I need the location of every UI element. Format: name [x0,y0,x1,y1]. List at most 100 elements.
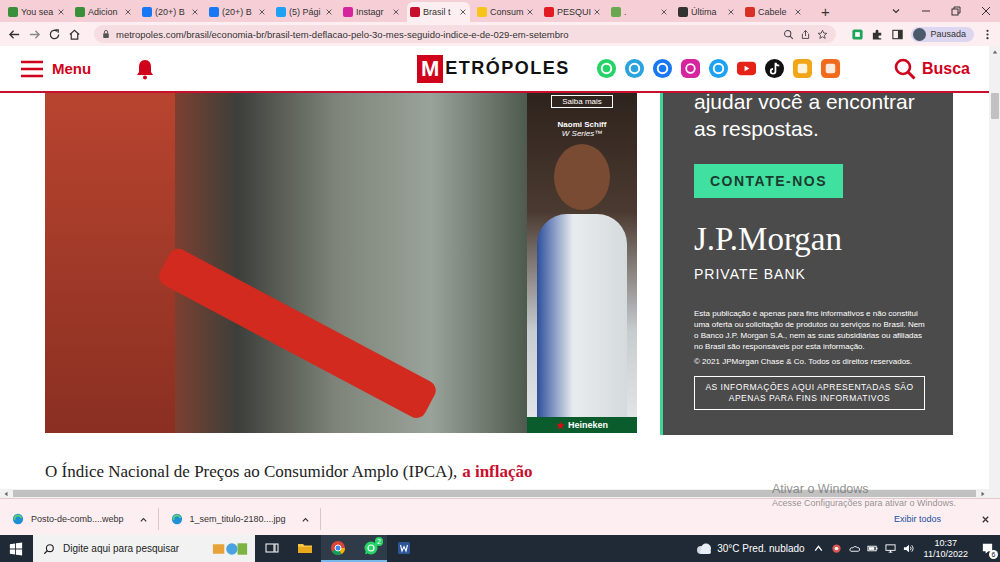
star-icon[interactable] [817,29,828,40]
close-icon[interactable] [660,8,668,16]
lock-icon[interactable] [102,29,110,39]
home-icon[interactable] [68,28,81,41]
taskbar-app[interactable] [387,535,420,562]
learn-more-button[interactable]: Saiba mais [551,95,613,108]
taskbar-app[interactable] [288,535,321,562]
scroll-up-icon[interactable] [991,49,999,55]
notification-button[interactable]: 6 [978,539,996,559]
instagram-icon[interactable] [680,58,701,79]
browser-tab[interactable]: Cabele [742,2,805,22]
browser-tab[interactable]: Consum [474,2,537,22]
kwai-icon[interactable] [792,58,813,79]
minimize-icon[interactable] [920,5,932,17]
heineken-ad[interactable]: Saiba mais Naomi Schiff W Series™ Heinek… [527,93,637,433]
browser-tab[interactable]: You sea [5,2,68,22]
app-tray-icon[interactable] [831,543,842,554]
browser-tab[interactable]: (5) Pági [273,2,336,22]
browser-tab[interactable]: (20+) B [139,2,202,22]
close-icon[interactable] [526,8,534,16]
jpmorgan-ad[interactable]: ajudar você a encontraras respostas. CON… [660,93,953,435]
taskbar-app[interactable] [321,535,354,562]
weather-widget[interactable]: 30°C Pred. nublado [695,543,804,555]
close-icon[interactable] [57,8,65,16]
puzzle-icon[interactable] [871,28,884,41]
download-item[interactable]: 1_sem_titulo-2180....jpg [169,508,321,530]
search-icon [43,543,55,555]
whatsapp-icon[interactable] [596,58,617,79]
close-icon[interactable] [392,8,400,16]
forward-icon[interactable] [28,28,41,41]
browser-tab[interactable]: PESQUI [541,2,604,22]
zoom-icon[interactable] [783,29,794,40]
favicon-icon [410,7,420,17]
telegram-icon[interactable] [624,58,645,79]
browser-tab[interactable]: Brasil t [407,2,470,22]
taskbar-app[interactable]: 2 [354,535,387,562]
favicon-icon [8,7,18,17]
browser-tab[interactable]: . [608,2,671,22]
back-icon[interactable] [8,28,21,41]
close-icon[interactable] [593,8,601,16]
reload-icon[interactable] [48,28,61,41]
star-icon [556,421,565,430]
clock[interactable]: 10:37 11/10/2022 [924,538,968,560]
close-icon[interactable] [325,8,333,16]
chevron-up-icon[interactable] [813,543,824,554]
browser-tab[interactable]: Instagr [340,2,403,22]
close-icon[interactable] [124,8,132,16]
profile-button[interactable]: Pausada [911,27,974,42]
close-icon[interactable] [727,8,735,16]
search-button[interactable]: Busca [894,58,970,80]
extension-icon[interactable] [851,28,864,41]
tab-search-icon[interactable] [890,5,902,17]
scroll-right-icon[interactable] [980,491,986,497]
address-bar[interactable]: metropoles.com/brasil/economia-br/brasil… [94,25,836,43]
menu-button[interactable]: Menu [20,60,91,78]
scroll-left-icon[interactable] [3,491,9,497]
volume-icon[interactable] [903,543,914,554]
side-panel-icon[interactable] [891,28,904,41]
browser-tab[interactable]: Adicion [72,2,135,22]
windows-icon[interactable] [9,542,23,556]
browser-tab[interactable]: (20+) B [206,2,269,22]
word-icon [396,540,412,556]
close-icon[interactable] [459,8,467,16]
scroll-thumb[interactable] [13,490,976,497]
close-icon[interactable] [191,8,199,16]
onedrive-icon[interactable] [849,543,860,554]
facebook-icon[interactable] [652,58,673,79]
scroll-thumb[interactable] [991,93,999,119]
youtube-icon[interactable] [736,58,757,79]
tiktok-icon[interactable] [764,58,785,79]
restore-icon[interactable] [950,5,962,17]
search-icon [894,58,916,80]
new-tab-button[interactable]: + [821,4,830,19]
site-logo[interactable]: METRÓPOLES [417,55,570,83]
taskbar-search[interactable]: Digite aqui para pesquisar [33,535,255,562]
browser-tab[interactable]: Última [675,2,738,22]
horizontal-scrollbar[interactable] [0,489,1000,498]
article-link[interactable]: a inflação [462,462,532,481]
close-window-icon[interactable] [980,5,992,17]
battery-icon[interactable] [867,543,878,554]
show-all-button[interactable]: Exibir todos [894,514,941,524]
bell-icon[interactable] [135,58,155,80]
flipboard-icon[interactable] [820,58,841,79]
close-icon[interactable] [258,8,266,16]
download-item[interactable]: Posto-de-comb....webp [10,508,159,530]
close-icon[interactable] [794,8,802,16]
close-icon[interactable] [981,515,990,524]
favicon-icon [611,7,621,17]
network-icon[interactable] [885,543,896,554]
taskbar-app[interactable] [255,535,288,562]
hamburger-icon [20,60,44,78]
ad-headline: ajudar você a encontraras respostas. [694,88,925,142]
chevron-up-icon[interactable] [139,515,148,524]
more-icon[interactable] [981,28,994,41]
contact-button[interactable]: CONTATE-NOS [694,164,843,198]
vertical-scrollbar[interactable] [989,46,1000,489]
twitter-icon[interactable] [708,58,729,79]
chevron-up-icon[interactable] [301,515,310,524]
share-icon[interactable] [800,29,811,40]
tab-label: Adicion [88,7,121,17]
